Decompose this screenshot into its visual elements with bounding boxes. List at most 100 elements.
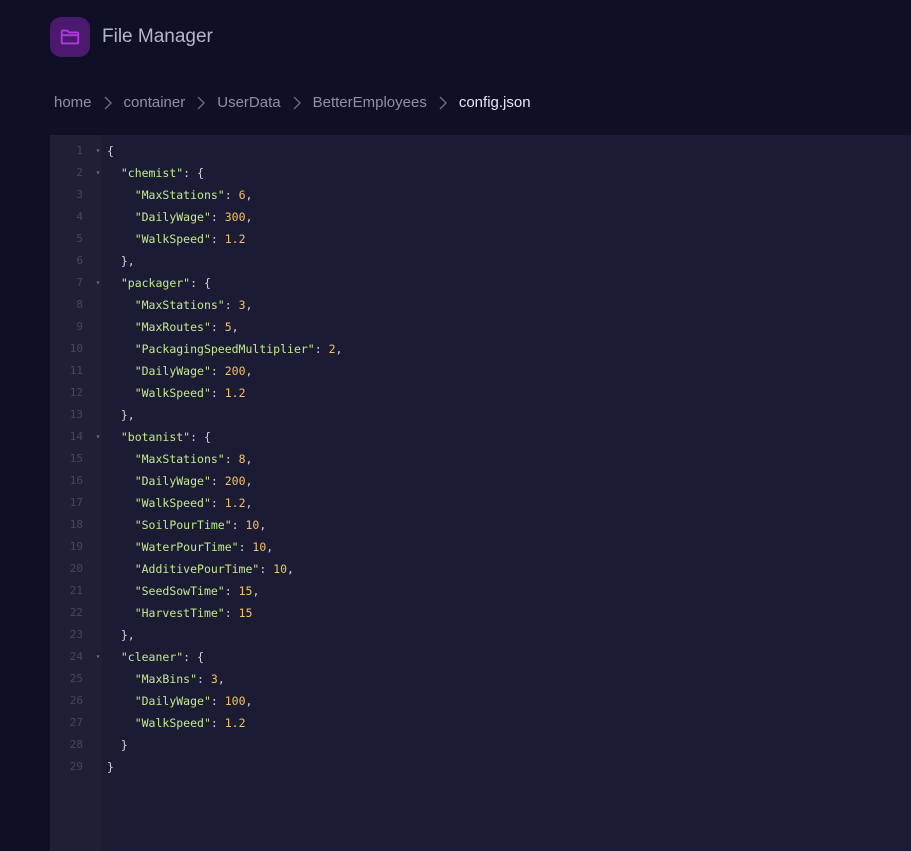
code-line[interactable]: 13 }, bbox=[50, 404, 911, 426]
json-punctuation bbox=[107, 386, 135, 400]
line-code: "DailyWage": 100, bbox=[107, 690, 253, 712]
code-line[interactable]: 27 "WalkSpeed": 1.2 bbox=[50, 712, 911, 734]
json-punctuation: : { bbox=[190, 430, 211, 444]
line-number: 24 bbox=[69, 650, 83, 663]
json-punctuation: : { bbox=[190, 276, 211, 290]
json-punctuation bbox=[107, 694, 135, 708]
line-code: } bbox=[107, 734, 128, 756]
json-key: "MaxRoutes" bbox=[134, 320, 211, 334]
breadcrumb-container[interactable]: container bbox=[124, 94, 186, 111]
code-line[interactable]: 10 "PackagingSpeedMultiplier": 2, bbox=[50, 338, 911, 360]
json-punctuation: } bbox=[107, 738, 128, 752]
fold-toggle-icon[interactable]: ▾ bbox=[94, 272, 102, 294]
code-line[interactable]: 20 "AdditivePourTime": 10, bbox=[50, 558, 911, 580]
code-line[interactable]: 28 } bbox=[50, 734, 911, 756]
line-number: 6 bbox=[76, 254, 83, 267]
code-line[interactable]: 18 "SoilPourTime": 10, bbox=[50, 514, 911, 536]
json-punctuation: : bbox=[224, 452, 239, 466]
code-line[interactable]: 11 "DailyWage": 200, bbox=[50, 360, 911, 382]
json-key: "chemist" bbox=[120, 166, 184, 180]
code-line[interactable]: 17 "WalkSpeed": 1.2, bbox=[50, 492, 911, 514]
json-number: 5 bbox=[224, 320, 232, 334]
folder-icon[interactable] bbox=[50, 17, 90, 57]
line-code: }, bbox=[107, 404, 135, 426]
json-number: 3 bbox=[210, 672, 218, 686]
code-line[interactable]: 12 "WalkSpeed": 1.2 bbox=[50, 382, 911, 404]
json-key: "MaxStations" bbox=[134, 188, 225, 202]
json-key: "DailyWage" bbox=[134, 210, 211, 224]
code-line[interactable]: 7 ▾ "packager": { bbox=[50, 272, 911, 294]
code-line[interactable]: 29} bbox=[50, 756, 911, 778]
json-number: 10 bbox=[252, 540, 267, 554]
line-code: }, bbox=[107, 250, 135, 272]
json-key: "DailyWage" bbox=[134, 694, 211, 708]
code-line[interactable]: 26 "DailyWage": 100, bbox=[50, 690, 911, 712]
fold-toggle-icon[interactable]: ▾ bbox=[94, 162, 102, 184]
code-line[interactable]: 24 ▾ "cleaner": { bbox=[50, 646, 911, 668]
chevron-right-icon bbox=[287, 96, 307, 110]
json-punctuation: } bbox=[107, 760, 114, 774]
code-line[interactable]: 19 "WaterPourTime": 10, bbox=[50, 536, 911, 558]
line-number: 13 bbox=[69, 408, 83, 421]
code-line[interactable]: 9 "MaxRoutes": 5, bbox=[50, 316, 911, 338]
json-punctuation: }, bbox=[107, 254, 135, 268]
code-line[interactable]: 6 }, bbox=[50, 250, 911, 272]
json-punctuation: : bbox=[210, 496, 225, 510]
code-line[interactable]: 23 }, bbox=[50, 624, 911, 646]
json-key: "WaterPourTime" bbox=[134, 540, 239, 554]
json-punctuation bbox=[107, 430, 121, 444]
breadcrumb-userdata[interactable]: UserData bbox=[217, 94, 280, 111]
json-punctuation: : bbox=[210, 210, 225, 224]
code-line[interactable]: 21 "SeedSowTime": 15, bbox=[50, 580, 911, 602]
json-punctuation bbox=[107, 496, 135, 510]
line-number: 23 bbox=[69, 628, 83, 641]
fold-toggle-icon[interactable]: ▾ bbox=[94, 426, 102, 448]
line-number: 1 bbox=[76, 144, 83, 157]
line-code: "SoilPourTime": 10, bbox=[107, 514, 267, 536]
json-key: "WalkSpeed" bbox=[134, 716, 211, 730]
json-number: 1.2 bbox=[224, 496, 246, 510]
code-line[interactable]: 22 "HarvestTime": 15 bbox=[50, 602, 911, 624]
line-number: 9 bbox=[76, 320, 83, 333]
json-key: "botanist" bbox=[120, 430, 191, 444]
json-punctuation bbox=[107, 540, 135, 554]
line-number: 18 bbox=[69, 518, 83, 531]
line-code: "packager": { bbox=[107, 272, 211, 294]
code-editor[interactable]: 1 ▾{2 ▾ "chemist": {3 "MaxStations": 6, 4 "… bbox=[50, 135, 911, 851]
breadcrumb-home[interactable]: home bbox=[54, 94, 92, 111]
code-lines[interactable]: 1 ▾{2 ▾ "chemist": {3 "MaxStations": 6, 4 "… bbox=[50, 140, 911, 778]
line-number: 25 bbox=[69, 672, 83, 685]
json-punctuation: , bbox=[245, 298, 253, 312]
code-line[interactable]: 2 ▾ "chemist": { bbox=[50, 162, 911, 184]
code-line[interactable]: 4 "DailyWage": 300, bbox=[50, 206, 911, 228]
json-punctuation: : bbox=[210, 474, 225, 488]
code-line[interactable]: 5 "WalkSpeed": 1.2 bbox=[50, 228, 911, 250]
json-number: 300 bbox=[224, 210, 246, 224]
code-line[interactable]: 8 "MaxStations": 3, bbox=[50, 294, 911, 316]
code-line[interactable]: 1 ▾ { bbox=[50, 140, 911, 162]
json-punctuation: : bbox=[224, 188, 239, 202]
line-number: 22 bbox=[69, 606, 83, 619]
json-punctuation bbox=[107, 606, 135, 620]
json-punctuation bbox=[107, 562, 135, 576]
json-punctuation bbox=[107, 452, 135, 466]
line-number: 5 bbox=[76, 232, 83, 245]
json-punctuation: , bbox=[245, 188, 253, 202]
code-line[interactable]: 3 "MaxStations": 6, bbox=[50, 184, 911, 206]
line-code: "MaxStations": 3, bbox=[107, 294, 253, 316]
json-punctuation: : bbox=[224, 584, 239, 598]
code-line[interactable]: 25 "MaxBins": 3, bbox=[50, 668, 911, 690]
fold-toggle-icon[interactable]: ▾ bbox=[94, 646, 102, 668]
json-punctuation: , bbox=[245, 210, 253, 224]
json-key: "PackagingSpeedMultiplier" bbox=[134, 342, 315, 356]
code-line[interactable]: 16 "DailyWage": 200, bbox=[50, 470, 911, 492]
breadcrumb-betteremployees[interactable]: BetterEmployees bbox=[313, 94, 427, 111]
code-line[interactable]: 14 ▾ "botanist": { bbox=[50, 426, 911, 448]
line-code: "WaterPourTime": 10, bbox=[107, 536, 274, 558]
line-code: "WalkSpeed": 1.2 bbox=[107, 712, 246, 734]
code-line[interactable]: 15 "MaxStations": 8, bbox=[50, 448, 911, 470]
json-punctuation: : bbox=[259, 562, 274, 576]
line-code: "HarvestTime": 15 bbox=[107, 602, 253, 624]
json-number: 10 bbox=[273, 562, 288, 576]
fold-toggle-icon[interactable]: ▾ bbox=[94, 140, 102, 162]
